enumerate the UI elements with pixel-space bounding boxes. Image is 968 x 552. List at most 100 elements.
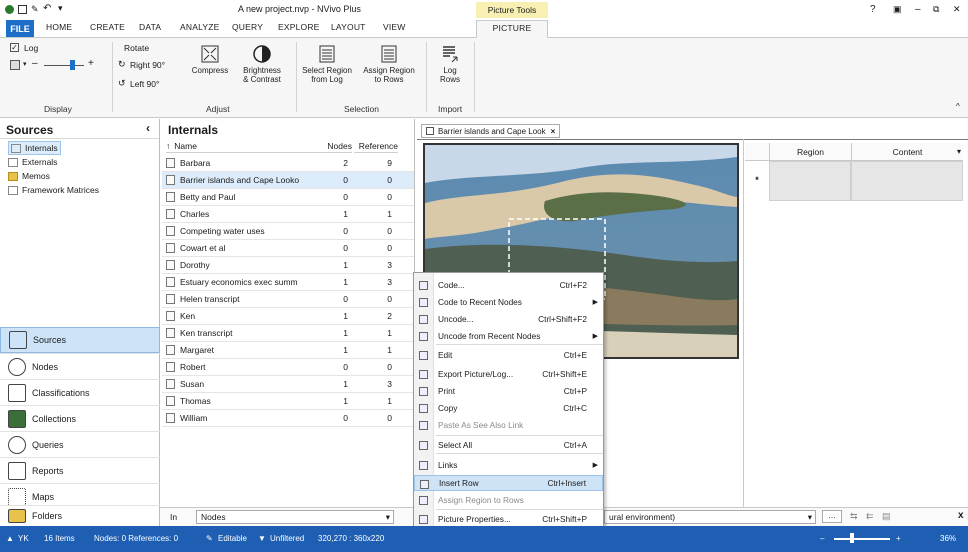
tree-item-internals[interactable]: Internals — [8, 141, 61, 155]
menu-item-edit[interactable]: Edit Ctrl+E — [414, 347, 603, 363]
nav-nodes[interactable]: Nodes — [0, 353, 160, 379]
close-icon[interactable]: ✕ — [953, 4, 961, 15]
tab-query[interactable]: QUERY — [232, 22, 263, 32]
close-find-bar-icon[interactable]: x — [958, 510, 964, 521]
table-row[interactable]: Cowart et al 0 0 — [162, 240, 414, 257]
zoom-slider[interactable] — [44, 65, 84, 66]
tab-data[interactable]: DATA — [139, 22, 161, 32]
tab-view[interactable]: VIEW — [383, 22, 406, 32]
rotate-left-icon[interactable]: ↺ — [118, 78, 126, 89]
log-checkbox[interactable]: ✓ — [10, 43, 19, 52]
ribbon-display-icon[interactable]: ▣ — [893, 4, 902, 15]
undo-icon[interactable]: ↶ — [43, 3, 51, 14]
table-row[interactable]: Barbara 2 9 — [162, 155, 414, 172]
menu-item-paste-as-see-also-link[interactable]: Paste As See Also Link — [414, 417, 603, 433]
node-select[interactable]: ural environment) ▾ — [604, 510, 816, 524]
status-zoom-out-icon[interactable]: – — [820, 534, 824, 543]
close-tab-icon[interactable]: × — [551, 127, 556, 136]
table-row[interactable]: Ken 1 2 — [162, 308, 414, 325]
menu-item-picture-properties[interactable]: Picture Properties... Ctrl+Shift+P — [414, 511, 603, 527]
menu-item-code[interactable]: Code... Ctrl+F2 — [414, 277, 603, 293]
table-row[interactable]: Thomas 1 1 — [162, 393, 414, 410]
status-zoom-thumb[interactable] — [850, 533, 854, 543]
menu-item-links[interactable]: Links ▶ — [414, 457, 603, 473]
assign-region-to-rows-button[interactable]: Assign Region to Rows — [360, 44, 418, 84]
zoom-picture-icon[interactable] — [10, 60, 20, 70]
edit-icon[interactable]: ✎ — [31, 4, 39, 15]
menu-item-uncode[interactable]: Uncode... Ctrl+Shift+F2 — [414, 311, 603, 327]
column-header-nodes[interactable]: Nodes — [312, 139, 352, 153]
column-header-name[interactable]: ↑ Name — [166, 139, 312, 153]
select-region-from-log-button[interactable]: Select Region from Log — [300, 44, 354, 84]
table-row[interactable]: Charles 1 1 — [162, 206, 414, 223]
document-tab[interactable]: Barrier islands and Cape Look × — [421, 124, 561, 138]
menu-item-code-to-recent-nodes[interactable]: Code to Recent Nodes ▶ — [414, 294, 603, 310]
in-nodes-select[interactable]: Nodes ▾ — [196, 510, 394, 524]
rotate-right-icon[interactable]: ↻ — [118, 59, 126, 70]
quick-access-menu-icon[interactable]: ▾ — [58, 3, 63, 14]
nav-collections[interactable]: Collections — [0, 405, 160, 431]
rotate-left-button[interactable]: Left 90° — [130, 79, 159, 89]
status-zoom-in-icon[interactable]: + — [896, 534, 901, 543]
compress-button[interactable]: Compress — [188, 44, 232, 75]
tree-item-framework-matrices[interactable]: Framework Matrices — [8, 185, 99, 195]
table-row[interactable]: Betty and Paul 0 0 — [162, 189, 414, 206]
zoom-out-icon[interactable]: – — [32, 58, 38, 69]
nav-reports[interactable]: Reports — [0, 457, 160, 483]
menu-item-select-all[interactable]: Select All Ctrl+A — [414, 437, 603, 453]
uncode-icon[interactable]: ⇇ — [866, 511, 874, 522]
rotate-right-button[interactable]: Right 90° — [130, 60, 165, 70]
splitter[interactable] — [743, 139, 744, 507]
zoom-in-icon[interactable]: + — [88, 58, 94, 69]
table-row[interactable]: Ken transcript 1 1 — [162, 325, 414, 342]
table-row[interactable]: Barrier islands and Cape Looko 0 0 — [162, 172, 414, 189]
menu-item-insert-row[interactable]: Insert Row Ctrl+Insert — [414, 475, 603, 491]
tree-item-memos[interactable]: Memos — [8, 171, 50, 181]
column-header-region[interactable]: Region — [769, 143, 851, 161]
region-cell[interactable] — [769, 161, 851, 201]
tab-layout[interactable]: LAYOUT — [331, 22, 366, 32]
table-row[interactable]: William 0 0 — [162, 410, 414, 427]
maximize-icon[interactable]: ⧉ — [933, 4, 939, 15]
table-row[interactable]: Estuary economics exec summ 1 3 — [162, 274, 414, 291]
menu-item-print[interactable]: Print Ctrl+P — [414, 383, 603, 399]
table-row[interactable]: Helen transcript 0 0 — [162, 291, 414, 308]
menu-item-uncode-from-recent-nodes[interactable]: Uncode from Recent Nodes ▶ — [414, 328, 603, 344]
table-row[interactable]: Susan 1 3 — [162, 376, 414, 393]
zoom-dropdown-icon[interactable]: ▾ — [23, 60, 27, 68]
menu-item-export-picture-log[interactable]: Export Picture/Log... Ctrl+Shift+E — [414, 366, 603, 382]
tab-analyze[interactable]: ANALYZE — [180, 22, 220, 32]
nav-queries[interactable]: Queries — [0, 431, 160, 457]
tree-item-externals[interactable]: Externals — [8, 157, 57, 167]
collapse-ribbon-icon[interactable]: ^ — [956, 102, 960, 111]
status-zoom-slider[interactable] — [834, 538, 890, 540]
tab-picture[interactable]: PICTURE — [476, 20, 548, 38]
column-header-content[interactable]: Content — [851, 143, 963, 161]
filter-icon[interactable]: ▾ — [957, 147, 961, 156]
content-cell[interactable] — [851, 161, 963, 201]
table-row[interactable]: Margaret 1 1 — [162, 342, 414, 359]
table-row[interactable]: Robert 0 0 — [162, 359, 414, 376]
column-header-references[interactable]: Reference — [354, 139, 398, 153]
menu-item-assign-region-to-rows[interactable]: Assign Region to Rows — [414, 492, 603, 508]
table-row[interactable]: Competing water uses 0 0 — [162, 223, 414, 240]
zoom-slider-thumb[interactable] — [70, 60, 75, 70]
tab-file[interactable]: FILE — [6, 20, 34, 37]
tab-home[interactable]: HOME — [46, 22, 72, 32]
minimize-icon[interactable]: – — [915, 4, 921, 15]
nav-classifications[interactable]: Classifications — [0, 379, 160, 405]
collapse-pane-icon[interactable]: ‹ — [146, 121, 150, 135]
table-row[interactable]: Dorothy 1 3 — [162, 257, 414, 274]
tab-create[interactable]: CREATE — [90, 22, 125, 32]
tab-explore[interactable]: EXPLORE — [278, 22, 320, 32]
browse-button[interactable]: … — [822, 510, 842, 523]
code-icon[interactable]: ⇆ — [850, 511, 858, 522]
app-icon[interactable] — [5, 5, 14, 14]
nav-folders[interactable]: Folders — [0, 505, 160, 526]
menu-item-copy[interactable]: Copy Ctrl+C — [414, 400, 603, 416]
save-icon[interactable] — [18, 5, 27, 14]
help-icon[interactable]: ? — [870, 4, 876, 15]
nav-sources[interactable]: Sources — [0, 327, 160, 353]
highlight-icon[interactable]: ▤ — [882, 511, 891, 522]
brightness-contrast-button[interactable]: Brightness & Contrast — [238, 44, 286, 84]
